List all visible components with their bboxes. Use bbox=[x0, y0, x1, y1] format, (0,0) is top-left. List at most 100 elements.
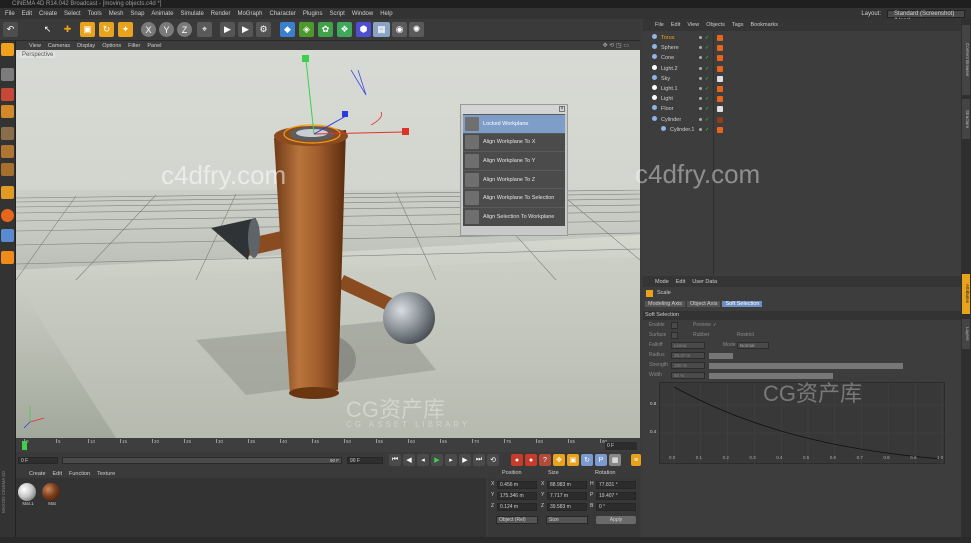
attr-field-value[interactable]: 39.37 m bbox=[671, 352, 705, 359]
scale-key-icon[interactable]: ▣ bbox=[567, 454, 579, 466]
param-key-icon[interactable]: P bbox=[595, 454, 607, 466]
tab-structure[interactable]: Structure bbox=[962, 99, 970, 139]
layout-select[interactable]: Standard (Screenshot) (User) bbox=[887, 9, 965, 24]
object-row[interactable]: Torus ✓ bbox=[643, 33, 961, 43]
tag-icon[interactable] bbox=[717, 126, 723, 133]
make-editable-icon[interactable] bbox=[1, 43, 14, 56]
material-menu-function[interactable]: Function bbox=[69, 471, 90, 477]
object-row[interactable]: Light.1 ✓ bbox=[643, 84, 961, 94]
material-swatch-mat1[interactable]: Mat.1 bbox=[18, 483, 38, 509]
tag-icon[interactable] bbox=[717, 96, 723, 103]
floor-icon[interactable]: ▦ bbox=[373, 22, 390, 37]
viewport-menu-cameras[interactable]: Cameras bbox=[48, 43, 70, 49]
material-menu-edit[interactable]: Edit bbox=[53, 471, 62, 477]
object-row[interactable]: Cone ✓ bbox=[643, 53, 961, 63]
popup-item-align-x[interactable]: Align Workplane To X bbox=[463, 132, 565, 152]
viewport-menu-view[interactable]: View bbox=[29, 43, 41, 49]
visibility-icon[interactable] bbox=[699, 86, 702, 90]
object-row[interactable]: Floor ✓ bbox=[643, 104, 961, 114]
menu-mograph[interactable]: MoGraph bbox=[237, 11, 262, 17]
prev-key-icon[interactable]: ◀ bbox=[403, 454, 415, 466]
undo-icon[interactable]: ↶ bbox=[3, 22, 18, 37]
edges-mode-icon[interactable] bbox=[1, 145, 14, 158]
move-icon[interactable]: ✚ bbox=[60, 22, 75, 37]
loop-icon[interactable]: ⟲ bbox=[487, 454, 499, 466]
menu-snap[interactable]: Snap bbox=[130, 11, 144, 17]
go-to-end-icon[interactable]: ⏭ bbox=[473, 454, 485, 466]
coord-rotation-field[interactable]: 0 ° bbox=[596, 503, 636, 511]
next-frame-icon[interactable]: ▸ bbox=[445, 454, 457, 466]
workplane-icon[interactable] bbox=[1, 229, 14, 242]
menu-window[interactable]: Window bbox=[352, 11, 373, 17]
light-icon[interactable]: ✺ bbox=[409, 22, 424, 37]
polygons-mode-icon[interactable] bbox=[1, 163, 14, 176]
enable-check-icon[interactable]: ✓ bbox=[705, 84, 709, 94]
render-view-icon[interactable]: ▶ bbox=[220, 22, 235, 37]
viewport-nav-icons[interactable]: ✥ ⟲ ◳ ▭ bbox=[603, 42, 629, 49]
cube-icon[interactable]: ◆ bbox=[280, 22, 295, 37]
tag-icon[interactable] bbox=[717, 116, 723, 123]
position-key-icon[interactable]: ✥ bbox=[553, 454, 565, 466]
tab-content-browser[interactable]: Content Browser bbox=[962, 25, 970, 95]
attr-field-value[interactable]: 50 % bbox=[671, 372, 705, 379]
visibility-icon[interactable] bbox=[699, 66, 702, 70]
coordinate-system-icon[interactable]: ⌖ bbox=[197, 22, 212, 37]
attr-field-value[interactable]: Linear bbox=[671, 342, 705, 349]
environment-icon[interactable]: ⬢ bbox=[356, 22, 371, 37]
go-to-start-icon[interactable]: ⏮ bbox=[389, 454, 401, 466]
model-mode-icon[interactable] bbox=[1, 68, 14, 81]
menu-animate[interactable]: Animate bbox=[151, 11, 173, 17]
coord-size-field[interactable]: 88.983 m bbox=[547, 481, 587, 489]
popup-item-align-z[interactable]: Align Workplane To Z bbox=[463, 169, 565, 189]
enable-check-icon[interactable]: ✓ bbox=[705, 64, 709, 74]
camera-icon[interactable]: ◉ bbox=[392, 22, 407, 37]
viewport-menu-panel[interactable]: Panel bbox=[147, 43, 161, 49]
enable-snap-icon[interactable] bbox=[1, 209, 14, 222]
popup-item-align-selection[interactable]: Align Selection To Workplane bbox=[463, 206, 565, 226]
live-select-icon[interactable]: ↖ bbox=[40, 22, 55, 37]
tab-layers[interactable]: Layers bbox=[962, 319, 970, 349]
menu-mesh[interactable]: Mesh bbox=[109, 11, 124, 17]
tag-icon[interactable] bbox=[717, 55, 723, 62]
coord-position-field[interactable]: 175.346 m bbox=[497, 492, 537, 500]
snap-icon[interactable] bbox=[1, 186, 14, 199]
start-frame-field[interactable]: 0 F bbox=[18, 457, 58, 464]
attr-slider[interactable] bbox=[709, 363, 903, 369]
enable-check-icon[interactable]: ✓ bbox=[705, 53, 709, 63]
next-key-icon[interactable]: ▶ bbox=[459, 454, 471, 466]
om-menu-view[interactable]: View bbox=[687, 22, 699, 28]
material-menu-texture[interactable]: Texture bbox=[97, 471, 115, 477]
recent-tools-icon[interactable]: ✦ bbox=[118, 22, 133, 37]
menu-render[interactable]: Render bbox=[211, 11, 231, 17]
viewport-menu-filter[interactable]: Filter bbox=[128, 43, 140, 49]
scale-icon[interactable]: ▣ bbox=[80, 22, 95, 37]
menu-plugins[interactable]: Plugins bbox=[303, 11, 323, 17]
timeline-ruler[interactable]: 051015202530354045505560657075808590 0 F bbox=[16, 438, 640, 452]
render-picture-viewer-icon[interactable]: ▶ bbox=[238, 22, 253, 37]
record-icon[interactable]: ● bbox=[511, 454, 523, 466]
max-frame-field[interactable]: 90 F bbox=[347, 457, 383, 464]
menu-select[interactable]: Select bbox=[64, 11, 81, 17]
tag-icon[interactable] bbox=[717, 85, 723, 92]
locked-workplane-icon[interactable] bbox=[1, 251, 14, 264]
visibility-icon[interactable] bbox=[699, 36, 702, 39]
menu-simulate[interactable]: Simulate bbox=[180, 11, 203, 17]
enable-check-icon[interactable]: ✓ bbox=[705, 104, 709, 114]
texture-mode-icon[interactable] bbox=[1, 88, 14, 101]
array-icon[interactable]: ✿ bbox=[318, 22, 333, 37]
visibility-icon[interactable] bbox=[699, 76, 702, 80]
material-swatch-mat[interactable]: Mat bbox=[42, 483, 62, 509]
attr-field-value[interactable] bbox=[671, 322, 678, 329]
attr-extra-value[interactable]: Normal bbox=[737, 342, 769, 349]
keyframe-selection-icon[interactable]: ? bbox=[539, 454, 551, 466]
object-row[interactable]: Sky ✓ bbox=[643, 74, 961, 84]
subdivision-icon[interactable]: ◈ bbox=[299, 22, 314, 37]
tab-soft-selection[interactable]: Soft Selection bbox=[722, 301, 763, 307]
render-settings-icon[interactable]: ⚙ bbox=[256, 22, 271, 37]
tag-icon[interactable] bbox=[717, 106, 723, 113]
popup-item-locked-workplane[interactable]: Locked Workplane bbox=[463, 114, 565, 133]
attr-menu-user-data[interactable]: User Data bbox=[692, 279, 717, 285]
object-row[interactable]: Cylinder ✓ bbox=[643, 115, 961, 125]
attr-extra-value[interactable]: ✓ bbox=[713, 322, 717, 328]
z-axis-lock-icon[interactable]: Z bbox=[177, 22, 192, 37]
